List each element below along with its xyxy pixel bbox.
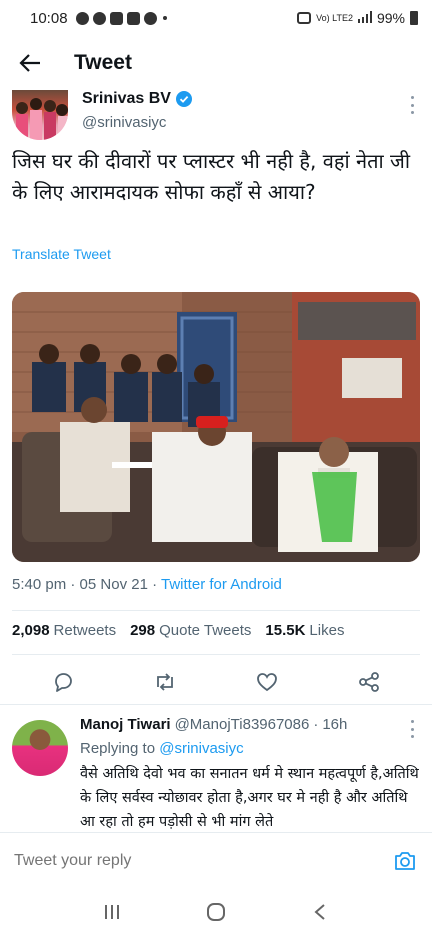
verified-badge-icon (175, 91, 192, 107)
divider (12, 654, 420, 655)
more-notifications-dot (162, 16, 167, 20)
notification-icon (109, 11, 123, 25)
translate-tweet-link[interactable]: Translate Tweet (12, 246, 111, 262)
page-title: Tweet (74, 51, 132, 74)
separator: · (152, 576, 162, 593)
status-right: Vo) LTE2 99% (297, 10, 418, 26)
camera-icon[interactable] (392, 849, 418, 873)
divider (12, 610, 420, 611)
tweet-actions (12, 666, 420, 698)
reply-tweet[interactable]: Manoj Tiwari @ManojTi83967086 · 16h Repl… (0, 716, 432, 832)
quote-label: Quote Tweets (159, 622, 252, 639)
youtube-icon (126, 11, 140, 25)
like-icon[interactable] (255, 670, 279, 694)
reply-age: 16h (322, 716, 348, 733)
network-label: Vo) LTE2 (316, 13, 353, 23)
app-header: Tweet (0, 36, 432, 90)
notification-icon (143, 11, 157, 25)
author-name[interactable]: Srinivas BV (82, 90, 171, 108)
retweet-icon[interactable] (153, 670, 177, 694)
signal-icon (357, 10, 372, 26)
recents-icon[interactable] (97, 897, 127, 927)
alarm-icon (297, 12, 312, 24)
quote-count: 298 (130, 622, 156, 639)
tweet-stats: 2,098 Retweets 298 Quote Tweets 15.5K Likes (12, 622, 344, 639)
author-handle[interactable]: @srinivasiyc (82, 114, 166, 131)
reply-text: वैसे अतिथि देवो भव का सनातन धर्म मे स्था… (80, 766, 419, 830)
tweet-author: Srinivas BV @srinivasiyc (12, 90, 420, 140)
battery-icon (410, 11, 418, 25)
reply-avatar[interactable] (12, 720, 68, 776)
separator: · (313, 716, 319, 733)
reply-input[interactable] (14, 851, 392, 870)
home-icon[interactable] (201, 897, 231, 927)
likes-stat[interactable]: 15.5K Likes (265, 622, 344, 639)
retweets-label: Retweets (53, 622, 117, 639)
reply-icon[interactable] (51, 670, 75, 694)
reply-author-name[interactable]: Manoj Tiwari (80, 716, 171, 733)
tweet-timestamp-row: 5:40 pm · 05 Nov 21 · Twitter for Androi… (12, 576, 282, 593)
author-avatar[interactable] (12, 90, 68, 140)
tweet-photo[interactable] (12, 292, 420, 562)
more-vertical-icon[interactable] (404, 720, 420, 738)
notification-icon (92, 11, 106, 25)
replying-label: Replying to (80, 740, 156, 757)
reply-author-row: Manoj Tiwari @ManojTi83967086 · 16h (80, 716, 347, 733)
more-vertical-icon[interactable] (404, 94, 420, 116)
status-time: 10:08 (30, 9, 68, 27)
tweet-text: जिस घर की दीवारों पर प्लास्टर भी नही है,… (12, 149, 411, 204)
retweets-stat[interactable]: 2,098 Retweets (12, 622, 116, 639)
reply-composer (0, 832, 432, 888)
retweets-count: 2,098 (12, 622, 50, 639)
divider (0, 704, 432, 705)
author-name-row[interactable]: Srinivas BV (82, 90, 192, 108)
status-bar: 10:08 Vo) LTE2 99% (0, 0, 432, 36)
separator: · (70, 576, 80, 593)
replying-mention[interactable]: @srinivasiyc (159, 740, 243, 757)
tweet-time: 5:40 pm (12, 576, 67, 593)
back-icon[interactable] (305, 897, 335, 927)
reply-author-handle[interactable]: @ManojTi83967086 (175, 716, 310, 733)
tweet-date: 05 Nov 21 (79, 576, 148, 593)
tweet-source-link[interactable]: Twitter for Android (161, 576, 282, 593)
back-arrow-icon[interactable] (16, 49, 44, 77)
notification-icon (75, 11, 89, 25)
notification-icons (75, 11, 167, 25)
likes-label: Likes (309, 622, 345, 639)
quote-tweets-stat[interactable]: 298 Quote Tweets (130, 622, 251, 639)
battery-label: 99% (376, 10, 405, 26)
replying-to: Replying to @srinivasiyc (80, 740, 244, 757)
share-icon[interactable] (357, 670, 381, 694)
system-nav-bar (0, 888, 432, 936)
likes-count: 15.5K (265, 622, 306, 639)
